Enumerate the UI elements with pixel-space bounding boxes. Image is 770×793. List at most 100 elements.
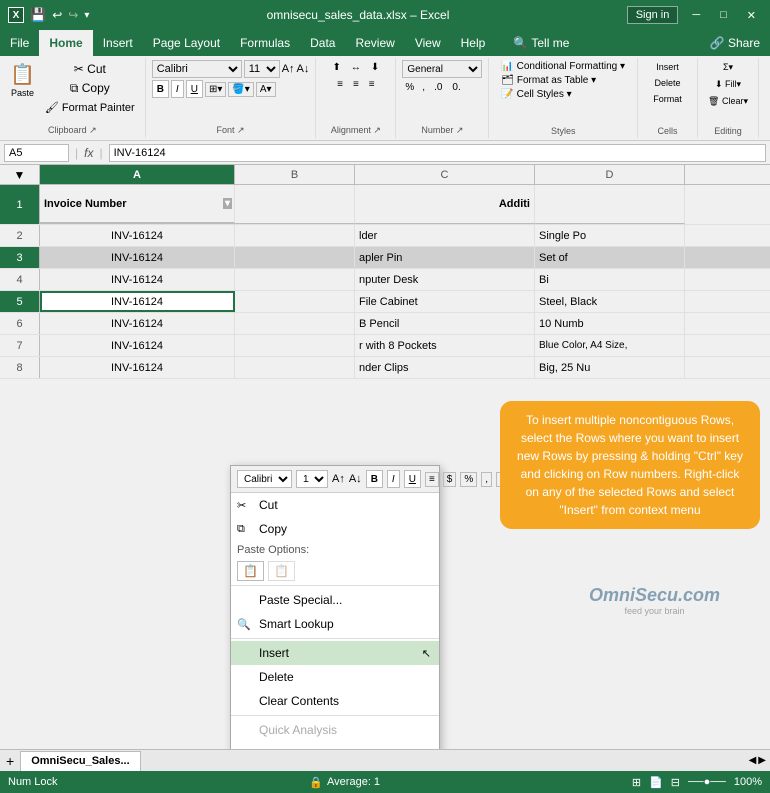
restore-btn[interactable]: □ [714, 7, 733, 23]
ctx-italic-button[interactable]: I [387, 470, 400, 488]
sheet-tab-1[interactable]: OmniSecu_Sales... [20, 751, 140, 771]
redo-btn[interactable]: ↪ [68, 8, 78, 22]
cell-c7[interactable]: r with 8 Pockets [355, 335, 535, 356]
scroll-right-btn[interactable]: ▶ [758, 755, 766, 766]
row-num-8[interactable]: 8 [0, 357, 40, 378]
row-num-3[interactable]: 3 [0, 247, 40, 268]
clear-button[interactable]: 🗑 Clear▾ [704, 94, 752, 109]
cell-styles-button[interactable]: 📝 Cell Styles ▾ [495, 88, 577, 101]
tab-insert[interactable]: Insert [93, 30, 143, 56]
align-middle-button[interactable]: ↔ [347, 60, 365, 75]
ctx-shrink-icon[interactable]: A↓ [349, 473, 362, 485]
ctx-copy[interactable]: ⧉ Copy [231, 517, 439, 541]
cell-c8[interactable]: nder Clips [355, 357, 535, 378]
shrink-font-icon[interactable]: A↓ [297, 63, 310, 75]
ctx-cut[interactable]: ✂ Cut [231, 493, 439, 517]
cell-c4[interactable]: nputer Desk [355, 269, 535, 290]
col-header-b[interactable]: B [235, 165, 355, 184]
paste-icon-2[interactable]: 📋 [268, 561, 295, 581]
cell-b6[interactable] [235, 313, 355, 334]
cell-c5[interactable]: File Cabinet [355, 291, 535, 312]
number-format-select[interactable]: General [402, 60, 482, 78]
tab-share[interactable]: 🔗 Share [700, 30, 770, 56]
minimize-btn[interactable]: ─ [686, 7, 706, 23]
col-header-d[interactable]: D [535, 165, 685, 184]
ctx-smart-lookup[interactable]: 🔍 Smart Lookup [231, 612, 439, 636]
ctx-grow-icon[interactable]: A↑ [332, 473, 345, 485]
tab-home[interactable]: Home [39, 30, 92, 56]
ctx-underline-button[interactable]: U [404, 470, 421, 488]
cell-a7[interactable]: INV-16124 [40, 335, 235, 356]
ctx-insert[interactable]: Insert ↖ [231, 641, 439, 665]
format-as-table-button[interactable]: 🗂 Format as Table ▾ [495, 74, 602, 87]
cell-d7[interactable]: Blue Color, A4 Size, [535, 335, 685, 356]
ctx-bold-button[interactable]: B [366, 470, 383, 488]
ctx-currency-button[interactable]: $ [443, 472, 457, 487]
new-sheet-btn[interactable]: + [0, 753, 20, 769]
cell-c6[interactable]: B Pencil [355, 313, 535, 334]
increase-decimal-button[interactable]: .0 [430, 80, 446, 95]
percent-button[interactable]: % [402, 81, 417, 94]
tab-help[interactable]: Help [451, 30, 496, 56]
paste-button[interactable]: 📋 Paste [6, 60, 39, 116]
col-header-c[interactable]: C [355, 165, 535, 184]
insert-cells-button[interactable]: Insert [652, 60, 683, 74]
fill-color-button[interactable]: 🪣▾ [228, 82, 253, 97]
format-painter-button[interactable]: 🖌 Format Painter [41, 99, 139, 116]
format-cells-button[interactable]: Format [649, 92, 686, 106]
cell-a4[interactable]: INV-16124 [40, 269, 235, 290]
cell-b4[interactable] [235, 269, 355, 290]
name-box[interactable] [4, 144, 69, 162]
cell-d5[interactable]: Steel, Black [535, 291, 685, 312]
tab-tell-me[interactable]: 🔍 Tell me [503, 30, 579, 56]
cell-a1[interactable]: Invoice Number ▾ [40, 185, 235, 224]
row-num-7[interactable]: 7 [0, 335, 40, 356]
cell-c1[interactable]: Additi [355, 185, 535, 224]
tab-formulas[interactable]: Formulas [230, 30, 300, 56]
tab-data[interactable]: Data [300, 30, 345, 56]
align-bottom-button[interactable]: ⬇ [367, 60, 383, 75]
border-button[interactable]: ⊞▾ [205, 82, 226, 97]
row-num-1[interactable]: 1 [0, 185, 40, 224]
cell-a5[interactable]: INV-16124 [40, 291, 235, 312]
close-btn[interactable]: ✕ [741, 7, 762, 24]
cell-a2[interactable]: INV-16124 [40, 225, 235, 246]
cell-c3[interactable]: apler Pin [355, 247, 535, 268]
row-num-5[interactable]: 5 [0, 291, 40, 312]
ctx-size-select[interactable]: 11 [296, 470, 328, 488]
align-left-button[interactable]: ≡ [333, 77, 347, 92]
cell-d4[interactable]: Bi [535, 269, 685, 290]
ctx-delete[interactable]: Delete [231, 665, 439, 689]
align-center-button[interactable]: ≡ [349, 77, 363, 92]
italic-button[interactable]: I [171, 80, 184, 98]
function-icon[interactable]: fx [84, 146, 93, 160]
signin-button[interactable]: Sign in [627, 6, 679, 24]
cell-b1[interactable] [235, 185, 355, 224]
row-num-2[interactable]: 2 [0, 225, 40, 246]
view-layout-icon[interactable]: 📄 [649, 776, 663, 789]
ctx-clear-contents[interactable]: Clear Contents [231, 689, 439, 713]
scroll-left-btn[interactable]: ◀ [749, 755, 757, 766]
conditional-formatting-button[interactable]: 📊 Conditional Formatting ▾ [495, 60, 631, 73]
align-top-button[interactable]: ⬆ [328, 60, 344, 75]
cell-b8[interactable] [235, 357, 355, 378]
align-right-button[interactable]: ≡ [365, 77, 379, 92]
cell-b2[interactable] [235, 225, 355, 246]
ctx-percent-button[interactable]: % [460, 472, 477, 487]
bold-button[interactable]: B [152, 80, 169, 98]
ctx-font-select[interactable]: Calibri [237, 470, 292, 488]
decrease-decimal-button[interactable]: 0. [448, 80, 464, 95]
view-page-break-icon[interactable]: ⊟ [671, 776, 680, 789]
tab-review[interactable]: Review [345, 30, 404, 56]
paste-icon-1[interactable]: 📋 [237, 561, 264, 581]
col-header-a[interactable]: A [40, 165, 235, 184]
cell-d1[interactable] [535, 185, 685, 224]
tab-page-layout[interactable]: Page Layout [143, 30, 230, 56]
grow-font-icon[interactable]: A↑ [282, 63, 295, 75]
undo-btn[interactable]: ↩ [52, 8, 62, 22]
formula-input[interactable] [109, 144, 766, 162]
cell-c2[interactable]: lder [355, 225, 535, 246]
cell-a3[interactable]: INV-16124 [40, 247, 235, 268]
cell-b5[interactable] [235, 291, 355, 312]
zoom-slider[interactable]: ──●── [688, 776, 726, 788]
